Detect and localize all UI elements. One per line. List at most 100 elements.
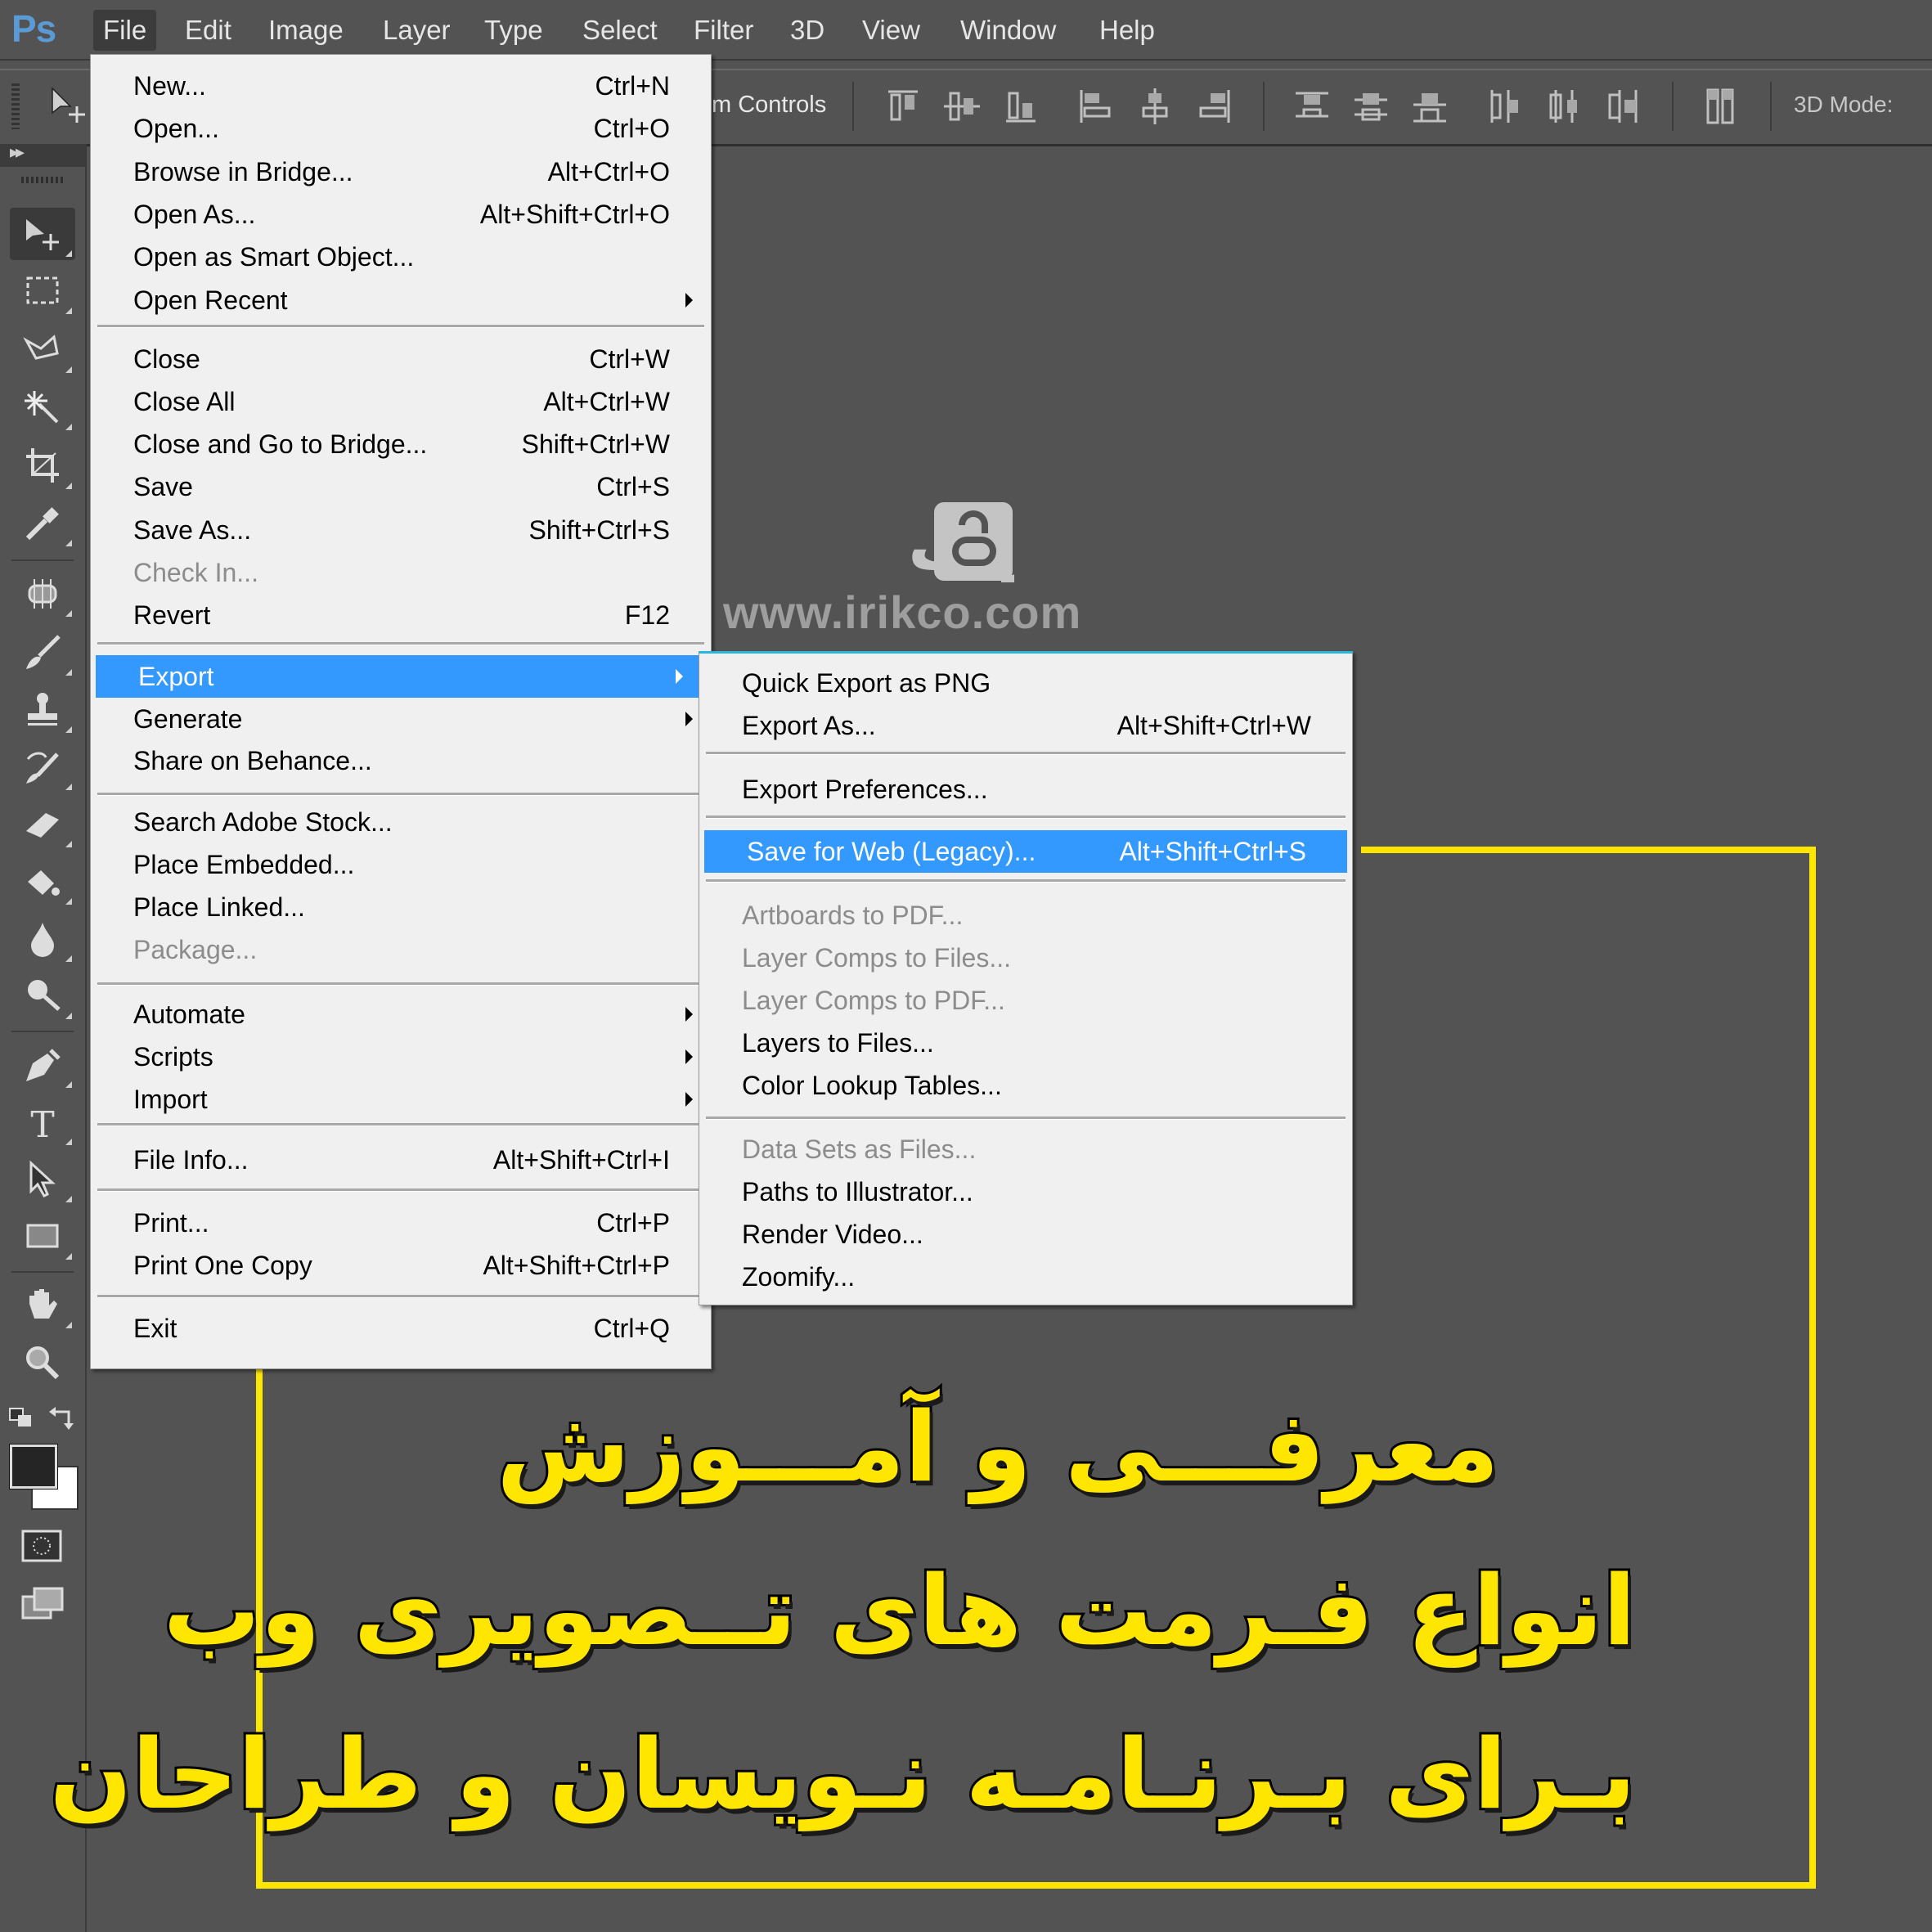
eyedropper-tool[interactable] [10,497,75,550]
menu-item-quick-export-as-png[interactable]: Quick Export as PNG [699,662,1352,703]
menu-item-close[interactable]: Close Ctrl+W [91,338,711,379]
menu-item-check-in[interactable]: Check In... [91,551,711,592]
clone-stamp-tool[interactable] [10,684,75,736]
menu-help[interactable]: Help [1090,10,1165,51]
swap-colors-icon[interactable] [47,1404,75,1430]
default-colors-icon[interactable] [8,1407,34,1430]
menu-select[interactable]: Select [573,10,667,51]
marquee-tool[interactable] [10,265,75,317]
menu-item-export-as[interactable]: Export As... Alt+Shift+Ctrl+W [699,704,1352,745]
menu-item-artboards-to-pdf[interactable]: Artboards to PDF... [699,894,1352,935]
expand-panel-icon[interactable]: ▸▸ [10,142,25,163]
distribute-top-edges-icon[interactable] [1292,87,1332,126]
menu-item-automate[interactable]: Automate [91,993,711,1034]
menu-item-layer-comps-to-files[interactable]: Layer Comps to Files... [699,937,1352,977]
menu-item-save-as[interactable]: Save As... Shift+Ctrl+S [91,509,711,550]
align-top-edges-icon[interactable] [883,87,923,126]
menu-item-generate[interactable]: Generate [91,698,711,739]
menu-item-color-lookup-tables[interactable]: Color Lookup Tables... [699,1064,1352,1105]
auto-align-layers-icon[interactable] [1701,87,1741,126]
menu-item-data-sets-as-files[interactable]: Data Sets as Files... [699,1128,1352,1169]
distribute-bottom-edges-icon[interactable] [1410,87,1449,126]
move-tool[interactable] [10,208,75,260]
menu-item-open-recent[interactable]: Open Recent [91,279,711,320]
menu-window[interactable]: Window [950,10,1066,51]
quick-mask-icon[interactable] [21,1530,62,1562]
menu-item-zoomify[interactable]: Zoomify... [699,1256,1352,1296]
align-right-edges-icon[interactable] [1194,87,1233,126]
paint-bucket-icon [28,870,60,896]
magic-wand-tool[interactable] [10,381,75,434]
tools-panel-grip[interactable] [21,177,65,183]
tools-panel-header[interactable]: ▸▸ [0,142,85,167]
menu-item-paths-to-illustrator[interactable]: Paths to Illustrator... [699,1170,1352,1211]
menu-item-browse-in-bridge[interactable]: Browse in Bridge... Alt+Ctrl+O [91,151,711,191]
menu-item-revert[interactable]: Revert F12 [91,594,711,635]
align-horizontal-centers-icon[interactable] [1135,87,1175,126]
menu-item-print-one-copy[interactable]: Print One Copy Alt+Shift+Ctrl+P [91,1244,711,1285]
menu-file[interactable]: File [93,10,157,51]
menu-item-open-as[interactable]: Open As... Alt+Shift+Ctrl+O [91,193,711,234]
lasso-tool[interactable] [10,324,75,376]
menu-item-export[interactable]: Export [96,655,701,698]
options-separator [1770,82,1772,131]
menu-item-layers-to-files[interactable]: Layers to Files... [699,1022,1352,1063]
menu-item-package[interactable]: Package... [91,928,711,969]
menu-item-print[interactable]: Print... Ctrl+P [91,1202,711,1242]
options-bar-grip[interactable] [11,83,20,129]
menu-item-export-preferences[interactable]: Export Preferences... [699,768,1352,809]
menu-item-open-as-smart-object[interactable]: Open as Smart Object... [91,236,711,276]
menu-item-share-on-behance[interactable]: Share on Behance... [91,739,711,780]
blur-tool[interactable] [10,913,75,965]
menu-image[interactable]: Image [258,10,353,51]
paint-bucket-tool[interactable] [10,856,75,908]
healing-brush-tool[interactable] [10,568,75,620]
align-left-edges-icon[interactable] [1076,87,1116,126]
menu-separator [97,1295,704,1298]
screen-mode-icon[interactable] [21,1585,64,1621]
align-bottom-edges-icon[interactable] [1001,87,1040,126]
menu-item-save-for-web-legacy[interactable]: Save for Web (Legacy)... Alt+Shift+Ctrl+S [704,830,1347,873]
menu-item-save[interactable]: Save Ctrl+S [91,465,711,506]
menu-item-label: Artboards to PDF... [742,901,964,930]
menu-item-close-all[interactable]: Close All Alt+Ctrl+W [91,380,711,421]
menu-item-close-and-go-to-bridge[interactable]: Close and Go to Bridge... Shift+Ctrl+W [91,423,711,464]
align-vertical-centers-icon[interactable] [942,87,982,126]
distribute-horizontal-centers-icon[interactable] [1544,87,1584,126]
eraser-tool[interactable] [10,798,75,851]
menu-item-search-adobe-stock[interactable]: Search Adobe Stock... [91,801,711,842]
menu-edit[interactable]: Edit [175,10,241,51]
distribute-right-edges-icon[interactable] [1603,87,1642,126]
path-selection-tool[interactable] [10,1153,75,1206]
menu-view[interactable]: View [852,10,930,51]
menu-item-scripts[interactable]: Scripts [91,1036,711,1076]
distribute-vertical-centers-icon[interactable] [1351,87,1391,126]
menu-3d[interactable]: 3D [780,10,834,51]
rectangle-tool[interactable] [10,1211,75,1263]
move-tool-icon[interactable] [49,85,90,126]
menu-layer[interactable]: Layer [373,10,461,51]
history-brush-tool[interactable] [10,741,75,793]
menu-item-file-info[interactable]: File Info... Alt+Shift+Ctrl+I [91,1139,711,1179]
foreground-color-swatch[interactable] [9,1444,58,1489]
distribute-left-edges-icon[interactable] [1485,87,1525,126]
hand-tool[interactable] [10,1279,75,1332]
type-tool[interactable]: T [10,1096,75,1148]
dodge-tool[interactable] [10,970,75,1022]
menu-item-layer-comps-to-pdf[interactable]: Layer Comps to PDF... [699,979,1352,1020]
photoshop-logo: Ps [11,7,56,50]
zoom-tool[interactable] [10,1337,75,1389]
menu-item-place-embedded[interactable]: Place Embedded... [91,843,711,884]
brush-tool[interactable] [10,627,75,679]
menu-filter[interactable]: Filter [684,10,763,51]
menu-item-open[interactable]: Open... Ctrl+O [91,107,711,148]
menu-item-place-linked[interactable]: Place Linked... [91,886,711,927]
menu-item-render-video[interactable]: Render Video... [699,1213,1352,1254]
menu-type[interactable]: Type [474,10,553,51]
menu-item-new[interactable]: New... Ctrl+N [91,65,711,106]
crop-tool[interactable] [10,440,75,492]
menu-item-exit[interactable]: Exit Ctrl+Q [91,1307,711,1348]
show-transform-controls-label[interactable]: m Controls [712,92,826,119]
pen-tool[interactable] [10,1039,75,1091]
menu-item-import[interactable]: Import [91,1078,711,1119]
